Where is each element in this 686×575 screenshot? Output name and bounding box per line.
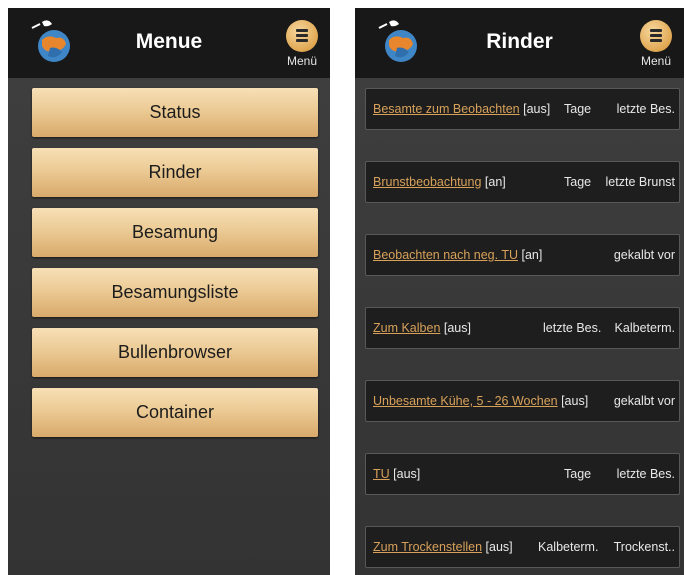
menu-button[interactable]: Menü	[282, 20, 322, 72]
list-item: Unbesamte Kühe, 5 - 26 Wochen [aus] geka…	[365, 380, 680, 422]
menu-item-rinder[interactable]: Rinder	[32, 148, 318, 197]
menu-label: Menü	[286, 54, 318, 68]
list-item: Zum Trockenstellen [aus] Kalbeterm. Troc…	[365, 526, 680, 568]
list-item-col2: letzte Bes.	[543, 321, 602, 335]
list-item-link[interactable]: Unbesamte Kühe, 5 - 26 Wochen	[373, 394, 558, 408]
menu-button[interactable]: Menü	[636, 20, 676, 72]
list-item-col2: Tage	[564, 102, 592, 116]
list-item-state: [an]	[481, 175, 506, 189]
rinder-screen: Rinder Menü Besamte zum Beobachten [aus]…	[355, 8, 684, 575]
menu-icon	[640, 20, 672, 52]
list-item-col3: Trockenst..	[613, 540, 675, 554]
list-item-link[interactable]: Besamte zum Beobachten	[373, 102, 520, 116]
list-item: Beobachten nach neg. TU [an] gekalbt vor	[365, 234, 680, 276]
list-rows: Besamte zum Beobachten [aus] Tage letzte…	[365, 88, 680, 575]
list-item: TU [aus] Tage letzte Bes.	[365, 453, 680, 495]
list-item-col3: gekalbt vor	[613, 248, 675, 262]
list-item-col3: letzte Brunst	[605, 175, 675, 189]
list-item-link[interactable]: Brunstbeobachtung	[373, 175, 481, 189]
list-item: Zum Kalben [aus] letzte Bes. Kalbeterm.	[365, 307, 680, 349]
app-bar: Menue Menü	[8, 8, 330, 78]
menu-item-besamung[interactable]: Besamung	[32, 208, 318, 257]
list-item-link[interactable]: TU	[373, 467, 390, 481]
list-item-col3: gekalbt vor	[613, 394, 675, 408]
list-item-state: [aus]	[389, 467, 421, 481]
list-item-col3: letzte Bes.	[616, 467, 675, 481]
menu-item-besamungsliste[interactable]: Besamungsliste	[32, 268, 318, 317]
menu-icon	[286, 20, 318, 52]
list-item-link[interactable]: Beobachten nach neg. TU	[373, 248, 518, 262]
list-item-col2: Tage	[564, 467, 592, 481]
list-item-state: [an]	[518, 248, 543, 262]
list-item-state: [aus]	[519, 102, 551, 116]
list-item-state: [aus]	[557, 394, 589, 408]
page-title: Rinder	[486, 30, 553, 53]
list-item: Besamte zum Beobachten [aus] Tage letzte…	[365, 88, 680, 130]
list-item-link[interactable]: Zum Kalben	[373, 321, 440, 335]
app-bar: Rinder Menü	[355, 8, 684, 78]
menu-item-container[interactable]: Container	[32, 388, 318, 437]
menu-list: Status Rinder Besamung Besamungsliste Bu…	[32, 88, 318, 448]
list-item-col2: Tage	[564, 175, 592, 189]
list-item-link[interactable]: Zum Trockenstellen	[373, 540, 482, 554]
list-item: Brunstbeobachtung [an] Tage letzte Bruns…	[365, 161, 680, 203]
menu-label: Menü	[640, 54, 672, 68]
list-item-state: [aus]	[440, 321, 471, 335]
menu-item-status[interactable]: Status	[32, 88, 318, 137]
list-item-col2: Kalbeterm.	[538, 540, 599, 554]
list-item-col3: Kalbeterm.	[614, 321, 675, 335]
list-item-state: [aus]	[482, 540, 513, 554]
menue-screen: Menue Menü Status Rinder Besamung Besamu…	[8, 8, 330, 575]
list-item-col3: letzte Bes.	[616, 102, 675, 116]
menu-item-bullenbrowser[interactable]: Bullenbrowser	[32, 328, 318, 377]
